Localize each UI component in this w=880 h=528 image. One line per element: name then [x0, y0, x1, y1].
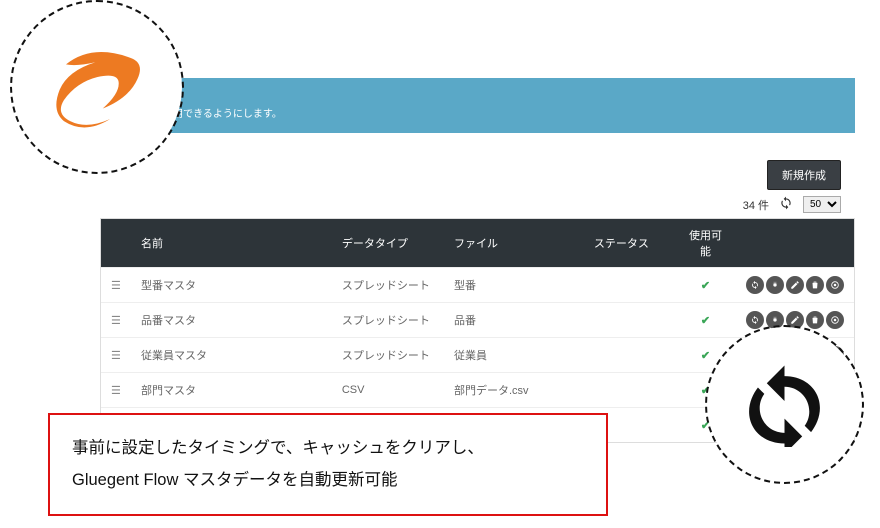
- row-type: CSV: [332, 373, 444, 408]
- row-file: 型番: [444, 268, 584, 303]
- drag-handle-icon[interactable]: ☰: [101, 373, 131, 408]
- toolbar: 新規作成: [100, 152, 855, 200]
- col-type: データタイプ: [332, 219, 444, 268]
- row-type: スプレッドシート: [332, 303, 444, 338]
- page-size-select[interactable]: 50: [803, 196, 841, 213]
- delete-icon[interactable]: [806, 276, 824, 294]
- row-status: [584, 268, 677, 303]
- brand-swoosh-icon: [45, 35, 150, 140]
- row-file: 従業員: [444, 338, 584, 373]
- drag-handle-icon[interactable]: ☰: [101, 303, 131, 338]
- write-icon[interactable]: [786, 276, 804, 294]
- table-row: ☰ 型番マスタ スプレッドシート 型番 ✔: [101, 268, 854, 303]
- edit-icon[interactable]: [766, 276, 784, 294]
- table-header-row: 名前 データタイプ ファイル ステータス 使用可能: [101, 219, 854, 268]
- drag-handle-icon[interactable]: ☰: [101, 338, 131, 373]
- col-file: ファイル: [444, 219, 584, 268]
- callout-line2: Gluegent Flow マスタデータを自動更新可能: [72, 465, 584, 496]
- row-status: [584, 303, 677, 338]
- target-icon[interactable]: [826, 276, 844, 294]
- row-enabled-check-icon: ✔: [677, 303, 734, 338]
- reload-icon[interactable]: [779, 196, 793, 213]
- list-meta-row: 34 件 50: [100, 196, 855, 213]
- table-row: ☰ 品番マスタ スプレッドシート 品番 ✔: [101, 303, 854, 338]
- row-name[interactable]: 部門マスタ: [131, 373, 332, 408]
- new-button[interactable]: 新規作成: [767, 160, 841, 190]
- callout-line1: 事前に設定したタイミングで、キャッシュをクリアし、: [72, 433, 584, 464]
- col-enabled: 使用可能: [677, 219, 734, 268]
- sync-badge: [707, 327, 862, 482]
- drag-handle-icon[interactable]: ☰: [101, 268, 131, 303]
- info-banner-line2: 、Flow内で使用できるようにします。: [112, 107, 843, 122]
- row-file: 部門データ.csv: [444, 373, 584, 408]
- row-status: [584, 338, 677, 373]
- row-enabled-check-icon: ✔: [677, 268, 734, 303]
- refresh-icon[interactable]: [746, 276, 764, 294]
- row-name[interactable]: 品番マスタ: [131, 303, 332, 338]
- row-type: スプレッドシート: [332, 268, 444, 303]
- sync-icon: [742, 362, 827, 447]
- brand-logo: [12, 2, 182, 172]
- target-icon[interactable]: [826, 311, 844, 329]
- col-status: ステータス: [584, 219, 677, 268]
- delete-icon[interactable]: [806, 311, 824, 329]
- row-type: スプレッドシート: [332, 338, 444, 373]
- row-file: 品番: [444, 303, 584, 338]
- info-banner: ます。 、Flow内で使用できるようにします。: [100, 78, 855, 133]
- row-actions: [734, 268, 854, 303]
- result-count: 34 件: [743, 197, 769, 213]
- info-banner-line1: ます。: [112, 92, 843, 107]
- callout-box: 事前に設定したタイミングで、キャッシュをクリアし、 Gluegent Flow …: [48, 413, 608, 516]
- row-status: [584, 373, 677, 408]
- col-name: 名前: [131, 219, 332, 268]
- row-name[interactable]: 型番マスタ: [131, 268, 332, 303]
- row-name[interactable]: 従業員マスタ: [131, 338, 332, 373]
- refresh-icon[interactable]: [746, 311, 764, 329]
